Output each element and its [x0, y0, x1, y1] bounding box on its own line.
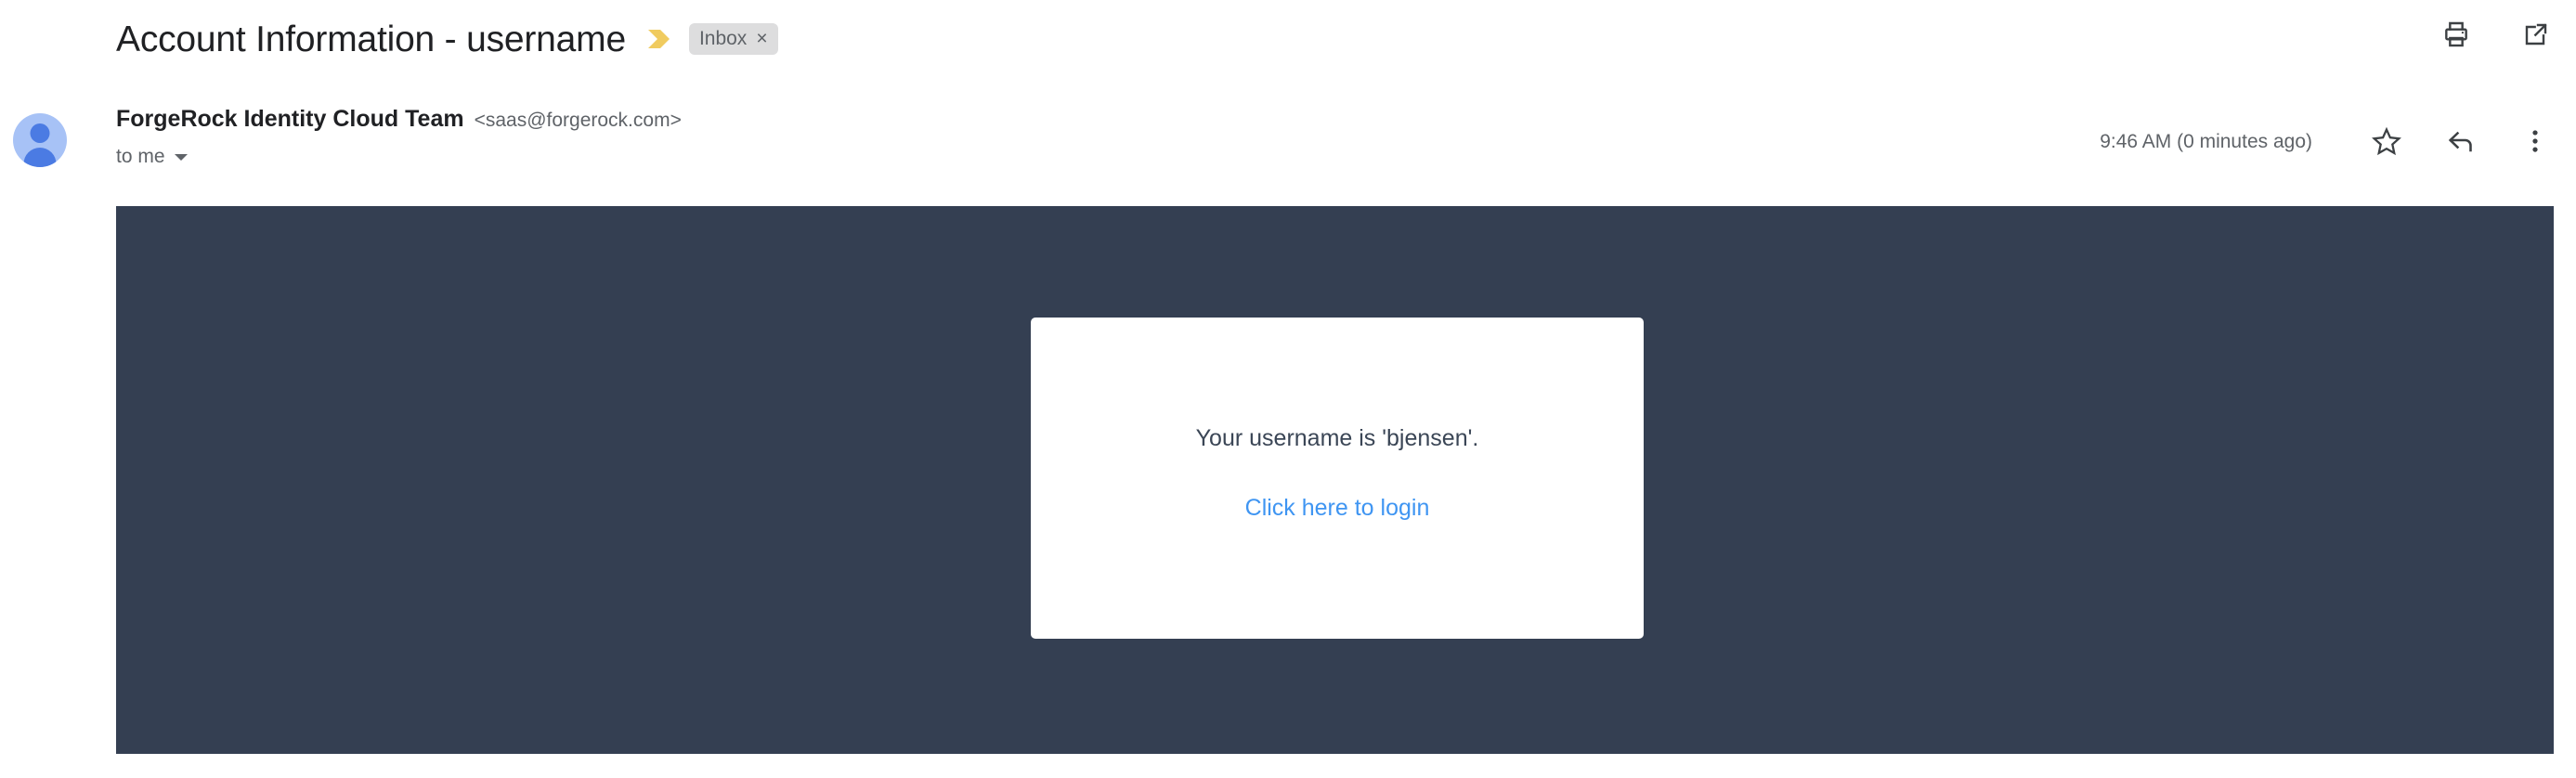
important-chevron-icon[interactable] — [644, 23, 676, 55]
subject-header-row: Account Information - username Inbox × — [0, 0, 2576, 78]
email-content-card: Your username is 'bjensen'. Click here t… — [1031, 318, 1644, 639]
login-link[interactable]: Click here to login — [1245, 497, 1430, 520]
label-chip-text: Inbox — [698, 28, 748, 49]
print-icon[interactable] — [2437, 15, 2476, 54]
email-body: Your username is 'bjensen'. Click here t… — [116, 206, 2554, 754]
avatar[interactable] — [13, 113, 67, 167]
close-icon[interactable]: × — [756, 29, 767, 48]
sender-email[interactable]: <saas@forgerock.com> — [475, 110, 682, 130]
open-in-new-window-icon[interactable] — [2517, 15, 2556, 54]
caret-down-icon[interactable] — [174, 154, 188, 161]
more-vertical-icon[interactable] — [2515, 121, 2556, 162]
reply-arrow-icon[interactable] — [2440, 121, 2481, 162]
star-icon[interactable] — [2366, 121, 2407, 162]
recipient-label: to me — [116, 146, 165, 167]
page-title: Account Information - username — [116, 19, 626, 59]
sender-line: ForgeRock Identity Cloud Team <saas@forg… — [116, 108, 682, 131]
sender-actions: 9:46 AM (0 minutes ago) — [2100, 121, 2556, 162]
username-message: Your username is 'bjensen'. — [1195, 425, 1479, 451]
sender-row: ForgeRock Identity Cloud Team <saas@forg… — [0, 100, 2576, 197]
header-actions — [2437, 15, 2556, 54]
recipient-toggle[interactable]: to me — [116, 147, 682, 166]
sender-details: ForgeRock Identity Cloud Team <saas@forg… — [116, 108, 682, 167]
sender-name[interactable]: ForgeRock Identity Cloud Team — [116, 108, 464, 131]
label-chip-inbox[interactable]: Inbox × — [688, 23, 778, 55]
avatar-body — [23, 148, 57, 167]
avatar-head — [30, 123, 50, 143]
timestamp: 9:46 AM (0 minutes ago) — [2100, 130, 2312, 152]
